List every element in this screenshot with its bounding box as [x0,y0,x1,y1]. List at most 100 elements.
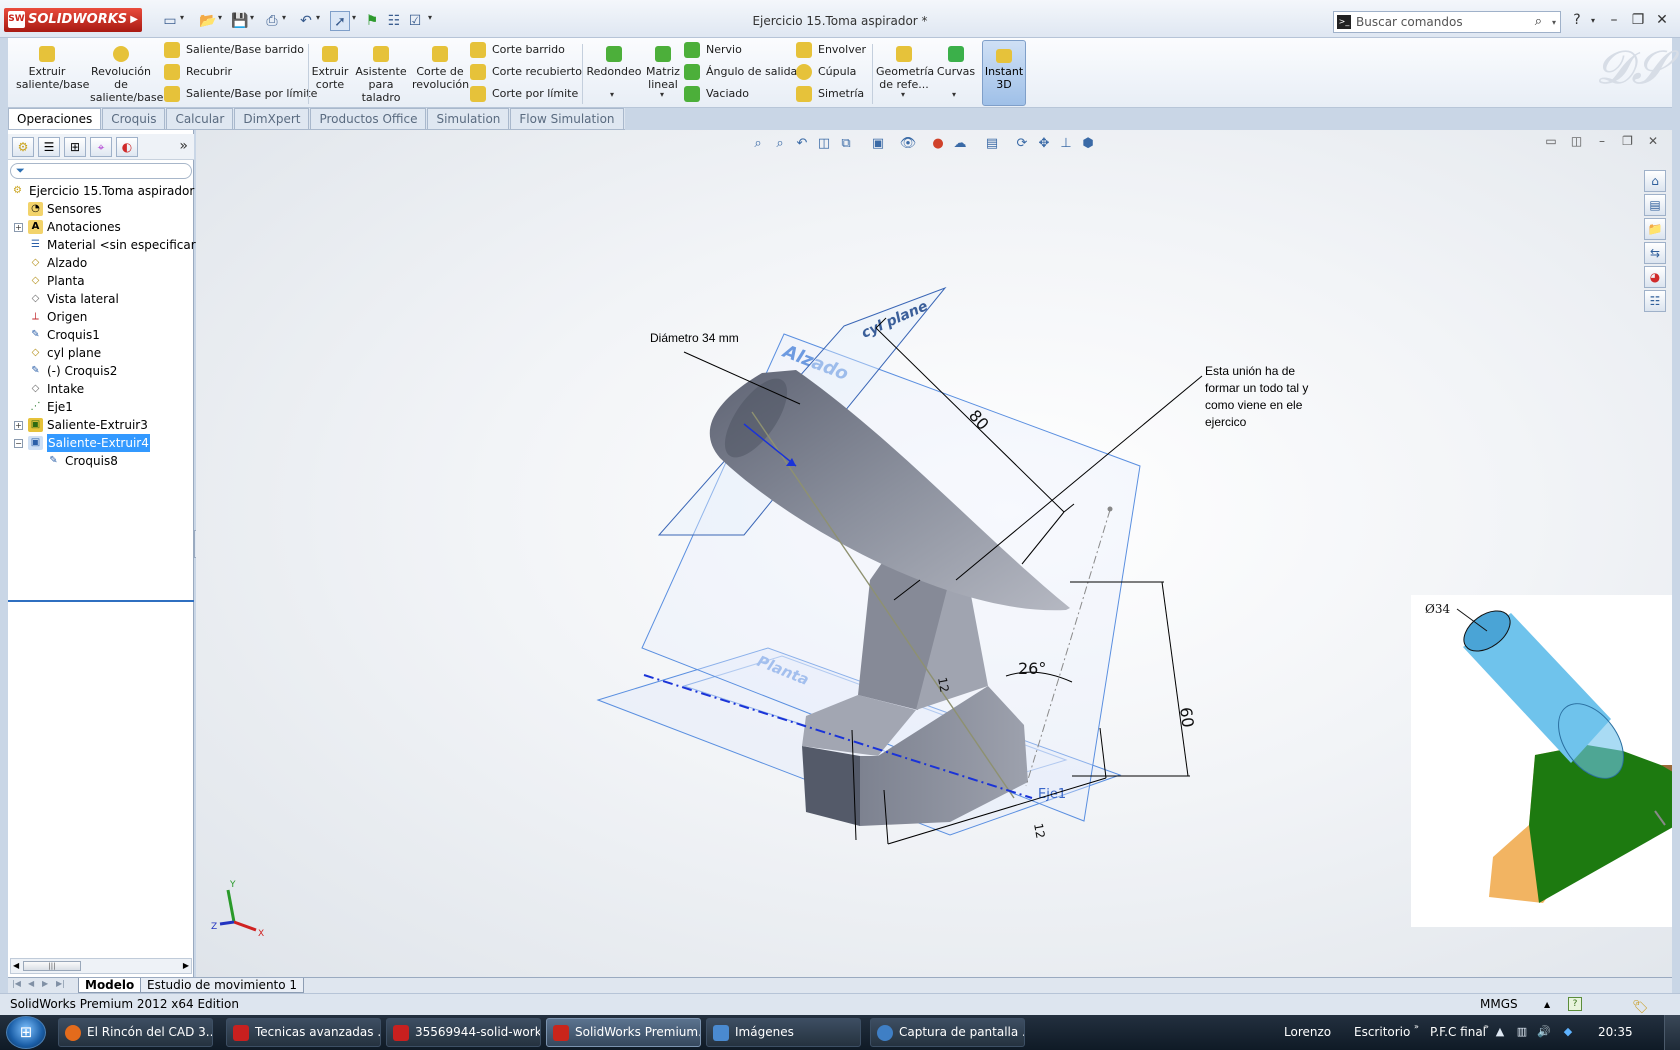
curves-dropdown-icon[interactable]: ▾ [952,90,956,99]
extruded-cut-button[interactable]: Extruir corte [310,46,350,91]
taskbar-item-solidworks[interactable]: SolidWorks Premium... [546,1018,701,1047]
tree-item-saliente-extruir3[interactable]: + ▣ Saliente-Extruir3 [8,416,194,434]
select-dropdown-icon[interactable]: ▾ [352,13,356,22]
view-palette-icon[interactable]: ⇆ [1644,242,1666,264]
tab-flow-simulation[interactable]: Flow Simulation [510,108,624,129]
taskbar-item-images[interactable]: Imágenes [706,1018,861,1047]
select-cursor-icon[interactable]: ➚ [330,11,350,31]
draft-button[interactable]: Ángulo de salida [684,63,797,81]
wrap-button[interactable]: Envolver [796,41,866,59]
file-properties-icon[interactable]: ☷ [384,11,404,31]
reference-geometry-dropdown-icon[interactable]: ▾ [901,90,905,99]
save-dropdown-icon[interactable]: ▾ [250,13,254,22]
tab-productos-office[interactable]: Productos Office [310,108,427,129]
tree-item-intake[interactable]: ◇ Intake [8,380,194,398]
reference-geometry-button[interactable]: Geometría de refe... [876,46,934,91]
tree-item-planta[interactable]: ◇ Planta [8,272,194,290]
rebuild-traffic-light-icon[interactable]: ⚑ [362,11,382,31]
tree-filter-input[interactable]: ⏷ [10,163,192,179]
tree-item-alzado[interactable]: ◇ Alzado [8,254,194,272]
tree-item-croquis8[interactable]: ✎ Croquis8 [8,452,194,470]
design-library-icon[interactable]: ▤ [1644,194,1666,216]
file-explorer-icon[interactable]: 📁 [1644,218,1666,240]
swept-boss-button[interactable]: Saliente/Base barrido [164,41,304,59]
tree-item-anotaciones[interactable]: + A Anotaciones [8,218,194,236]
restore-icon[interactable]: ❐ [1627,12,1649,28]
start-button[interactable]: ⊞ [6,1016,46,1049]
units-dropdown-icon[interactable]: ▲ [1544,994,1550,1015]
clock[interactable]: 20:35 [1598,1015,1633,1050]
taskbar-item-pdf2[interactable]: 35569944-solid-work... [386,1018,541,1047]
lofted-cut-button[interactable]: Corte recubierto [470,63,582,81]
shell-button[interactable]: Vaciado [684,85,749,103]
dropbox-icon[interactable]: ◆ [1560,1024,1576,1040]
tree-item-sensores[interactable]: ◔ Sensores [8,200,194,218]
tab-calcular[interactable]: Calcular [166,108,234,129]
revolve-boss-button[interactable]: Revolución de saliente/base [90,46,163,104]
show-hidden-icons-icon[interactable]: ▲ [1492,1024,1508,1040]
toolbar-lorenzo[interactable]: Lorenzo [1284,1015,1331,1050]
print-dropdown-icon[interactable]: ▾ [282,13,286,22]
solidworks-resources-icon[interactable]: ⌂ [1644,170,1666,192]
rib-button[interactable]: Nervio [684,41,742,59]
tree-item-saliente-extruir4[interactable]: − ▣ Saliente-Extruir4 [8,434,194,452]
prev-tab-icon[interactable]: ◀ [28,979,34,988]
swept-cut-button[interactable]: Corte barrido [470,41,565,59]
boundary-cut-button[interactable]: Corte por límite [470,85,578,103]
instant3d-button[interactable]: Instant 3D [982,40,1026,106]
graphics-area[interactable]: ⌕ ⌕ ↶ ◫ ⧉ ▣ 👁 ● ☁ ▤ ⟳ ✥ ⊥ ⬢ ▭ ◫ – ❐ ✕ Pl… [196,130,1672,977]
last-tab-icon[interactable]: ▶| [56,979,65,988]
first-tab-icon[interactable]: |◀ [12,979,21,988]
taskbar-item-pdf1[interactable]: Tecnicas avanzadas ... [226,1018,381,1047]
tree-item-eje1[interactable]: ⋰ Eje1 [8,398,194,416]
undo-icon[interactable]: ↶ [296,11,316,31]
tree-item-cyl-plane[interactable]: ◇ cyl plane [8,344,194,362]
open-dropdown-icon[interactable]: ▾ [218,13,222,22]
collapse-toggle-icon[interactable]: − [14,439,23,448]
tree-item-vista-lateral[interactable]: ◇ Vista lateral [8,290,194,308]
expand-toggle-icon[interactable]: + [14,223,23,232]
linear-pattern-button[interactable]: Matriz lineal [646,46,680,91]
print-icon[interactable]: ⎙ [262,11,282,31]
taskbar-item-firefox[interactable]: El Rincón del CAD 3... [58,1018,213,1047]
options-dropdown-icon[interactable]: ▾ [428,13,432,22]
extrude-boss-button[interactable]: Extruir saliente/base [16,46,89,91]
scroll-left-icon[interactable]: ◀ [13,959,19,973]
pattern-dropdown-icon[interactable]: ▾ [660,90,664,99]
tree-item-origen[interactable]: ⟂ Origen [8,308,194,326]
expand-panel-icon[interactable]: » [179,138,188,154]
new-dropdown-icon[interactable]: ▾ [180,13,184,22]
tab-modelo[interactable]: Modelo [78,978,142,993]
options-icon[interactable]: ☑ [405,11,425,31]
network-icon[interactable]: ▥ [1514,1024,1530,1040]
tab-croquis[interactable]: Croquis [102,108,166,129]
tree-root[interactable]: ⚙ Ejercicio 15.Toma aspirador (P [8,182,210,200]
search-icon[interactable]: ⌕ [1535,12,1542,32]
scroll-right-icon[interactable]: ▶ [183,959,189,973]
open-folder-icon[interactable]: 📂 [198,11,218,31]
toolbar-pfc-final[interactable]: P.F.C final [1430,1015,1486,1050]
save-icon[interactable]: 💾 [230,11,250,31]
rollback-bar[interactable] [8,600,194,602]
search-commands-input[interactable]: >_ Buscar comandos ⌕ ▾ [1333,11,1561,33]
feature-manager-tab-icon[interactable]: ⚙ [12,137,34,157]
configuration-manager-tab-icon[interactable]: ⊞ [64,137,86,157]
expand-toggle-icon[interactable]: + [14,421,23,430]
taskbar-item-screenshot[interactable]: Captura de pantalla ... [870,1018,1025,1047]
panel-horizontal-scrollbar[interactable]: ◀ ||| ▶ [10,958,192,974]
tree-item-croquis2[interactable]: ✎ (-) Croquis2 [8,362,194,380]
search-dropdown-icon[interactable]: ▾ [1552,13,1556,33]
hole-wizard-button[interactable]: Asistente para taladro [354,46,408,104]
fillet-button[interactable]: Redondeo [586,46,642,78]
tab-dimxpert[interactable]: DimXpert [234,108,310,129]
revolved-cut-button[interactable]: Corte de revolución [412,46,469,91]
tab-motion-study[interactable]: Estudio de movimiento 1 [140,978,305,993]
tree-item-croquis1[interactable]: ✎ Croquis1 [8,326,194,344]
boundary-boss-button[interactable]: Saliente/Base por límite [164,85,317,103]
toolbar-chevron-icon[interactable]: » [1414,1009,1419,1044]
dome-button[interactable]: Cúpula [796,63,856,81]
close-icon[interactable]: ✕ [1651,12,1673,28]
loft-boss-button[interactable]: Recubrir [164,63,232,81]
scroll-thumb[interactable]: ||| [23,961,81,971]
show-desktop-button[interactable] [1664,1015,1680,1050]
